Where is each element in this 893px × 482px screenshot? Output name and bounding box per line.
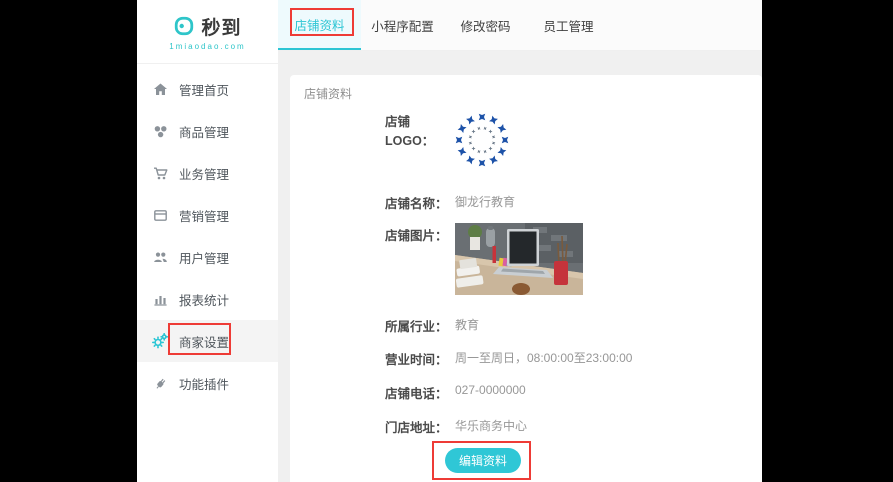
business-hours-row: 营业时间： 周一至周日，08:00:00至23:00:00	[385, 349, 632, 368]
shop-logo-image	[450, 108, 514, 172]
shop-image-label: 店铺图片：	[385, 229, 448, 243]
tab-label: 店铺资料	[294, 18, 345, 33]
sidebar-item-marketing[interactable]: 营销管理	[137, 194, 278, 236]
sidebar-item-plugins[interactable]: 功能插件	[137, 362, 278, 404]
sidebar-item-label: 营销管理	[179, 209, 230, 224]
main-area: 店铺资料 小程序配置 修改密码 员工管理 店铺资料 店铺LOGO： 店铺名称： …	[278, 0, 762, 482]
industry-label: 所属行业：	[385, 320, 448, 334]
sidebar-item-label: 功能插件	[179, 377, 230, 392]
shop-phone-row: 店铺电话： 027-0000000	[385, 383, 526, 402]
shop-name-label: 店铺名称：	[385, 197, 448, 211]
gears-icon	[152, 333, 168, 349]
tab-label: 小程序配置	[371, 19, 434, 34]
shop-logo-row: 店铺LOGO：	[385, 111, 455, 149]
industry-row: 所属行业： 教育	[385, 316, 479, 335]
marketing-icon	[152, 207, 168, 223]
products-icon	[152, 123, 168, 139]
sidebar-item-users[interactable]: 用户管理	[137, 236, 278, 278]
tab-staff-management[interactable]: 员工管理	[527, 0, 610, 50]
sidebar-item-merchant-settings[interactable]: 商家设置	[137, 320, 278, 362]
sidebar-item-business[interactable]: 业务管理	[137, 152, 278, 194]
edit-profile-button[interactable]: 编辑资料	[445, 448, 521, 473]
tab-shop-profile[interactable]: 店铺资料	[278, 0, 361, 50]
sidebar-item-reports[interactable]: 报表统计	[137, 278, 278, 320]
sidebar-item-products[interactable]: 商品管理	[137, 110, 278, 152]
brand-logo-icon	[173, 15, 195, 37]
shop-address-label: 门店地址：	[385, 421, 448, 435]
sidebar: 秒到 1miaodao.com 管理首页 商品管理 业务管理 营销管理 用户管理…	[137, 0, 278, 482]
business-hours-value: 周一至周日，08:00:00至23:00:00	[455, 351, 633, 365]
sidebar-item-label: 商家设置	[179, 335, 230, 350]
sidebar-item-label: 报表统计	[179, 293, 230, 308]
brand-name: 秒到	[201, 17, 242, 39]
shop-address-row: 门店地址： 华乐商务中心	[385, 417, 527, 436]
business-hours-label: 营业时间：	[385, 353, 448, 367]
app-window: 秒到 1miaodao.com 管理首页 商品管理 业务管理 营销管理 用户管理…	[137, 0, 762, 482]
sidebar-item-label: 业务管理	[179, 167, 230, 182]
brand-area: 秒到 1miaodao.com	[137, 0, 278, 64]
shop-address-value: 华乐商务中心	[455, 419, 528, 433]
plug-icon	[152, 375, 168, 391]
tab-change-password[interactable]: 修改密码	[444, 0, 527, 50]
shop-image-row: 店铺图片：	[385, 225, 455, 244]
sidebar-item-label: 管理首页	[179, 83, 230, 98]
industry-value: 教育	[455, 318, 480, 332]
sidebar-item-label: 商品管理	[179, 125, 230, 140]
tab-bar: 店铺资料 小程序配置 修改密码 员工管理	[278, 0, 762, 51]
brand-domain: 1miaodao.com	[169, 41, 246, 51]
home-icon	[152, 81, 168, 97]
shop-profile-panel: 店铺资料 店铺LOGO： 店铺名称： 御龙行教育 店铺图片： 所属行业： 教育 …	[290, 75, 762, 482]
sidebar-item-label: 用户管理	[179, 251, 230, 266]
sidebar-item-home[interactable]: 管理首页	[137, 68, 278, 110]
panel-title: 店铺资料	[304, 87, 353, 101]
shop-photo-image	[455, 223, 583, 295]
tab-label: 修改密码	[460, 19, 511, 34]
shop-phone-label: 店铺电话：	[385, 387, 448, 401]
cart-icon	[152, 165, 168, 181]
tab-miniprogram-config[interactable]: 小程序配置	[361, 0, 444, 50]
shop-name-row: 店铺名称： 御龙行教育	[385, 193, 515, 212]
shop-logo-label: 店铺LOGO：	[385, 115, 435, 148]
bar-chart-icon	[152, 291, 168, 307]
shop-phone-value: 027-0000000	[455, 383, 526, 397]
tab-label: 员工管理	[543, 19, 594, 34]
sidebar-menu: 管理首页 商品管理 业务管理 营销管理 用户管理 报表统计 商家设置 功能插件	[137, 64, 278, 404]
shop-name-value: 御龙行教育	[455, 195, 516, 209]
users-icon	[152, 249, 168, 265]
